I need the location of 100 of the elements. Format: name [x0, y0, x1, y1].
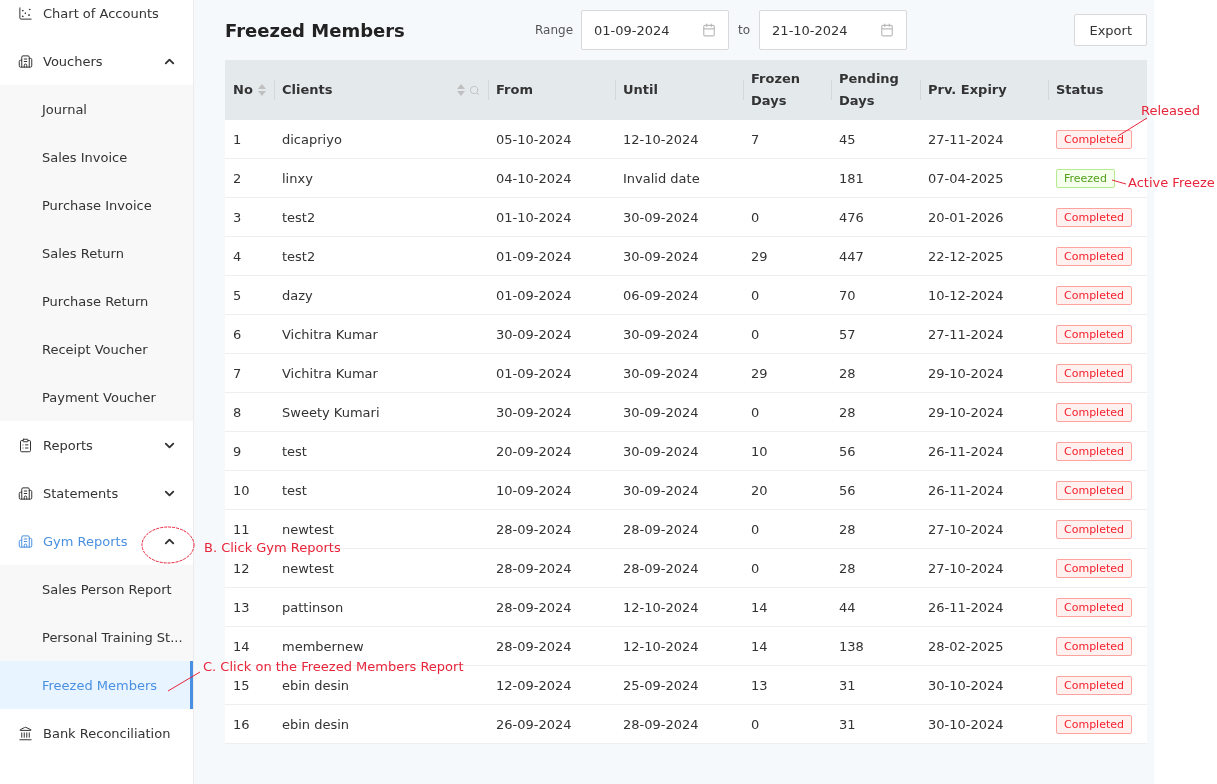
table-cell: 57	[831, 314, 920, 354]
status-tag: Freezed	[1056, 168, 1115, 188]
to-label: to	[738, 23, 751, 37]
table-cell: 10	[225, 470, 274, 510]
sidebar-item[interactable]: Reports	[0, 421, 193, 469]
chart-icon	[18, 5, 33, 21]
status-tag: Completed	[1056, 129, 1132, 149]
table-cell: 30-09-2024	[488, 314, 615, 354]
table-cell: 05-10-2024	[488, 120, 615, 159]
table-cell: 31	[831, 665, 920, 705]
column-header: Pending Days	[831, 60, 920, 120]
table-cell: 28	[831, 509, 920, 549]
building-icon	[18, 485, 33, 501]
table-cell: 27-11-2024	[920, 120, 1048, 159]
table-cell: 30-09-2024	[488, 392, 615, 432]
table-cell: 06-09-2024	[615, 275, 743, 315]
table-cell: 27-11-2024	[920, 314, 1048, 354]
table-cell: 27-10-2024	[920, 548, 1048, 588]
table-cell: 14	[743, 587, 831, 627]
leader-line	[167, 671, 201, 692]
table-cell: 28-09-2024	[615, 704, 743, 744]
page-title: Freezed Members	[225, 19, 406, 41]
table-cell: 0	[743, 509, 831, 549]
table-cell: 12-10-2024	[615, 587, 743, 627]
table-cell: 27-10-2024	[920, 509, 1048, 549]
table-cell: 30-09-2024	[615, 431, 743, 471]
table-cell: 7	[743, 120, 831, 159]
leader-line	[1117, 117, 1148, 137]
table-cell: 30-10-2024	[920, 704, 1048, 744]
table-cell: 4	[225, 236, 274, 276]
table-cell: 01-09-2024	[488, 236, 615, 276]
table-cell: 30-09-2024	[615, 314, 743, 354]
table-cell: 0	[743, 314, 831, 354]
table-cell: 56	[831, 470, 920, 510]
table-cell: 28-02-2025	[920, 626, 1048, 666]
submenu-item[interactable]: Payment Voucher	[0, 373, 193, 421]
column-header: Until	[615, 60, 743, 120]
table-cell: 3	[225, 197, 274, 237]
table-cell: 04-10-2024	[488, 158, 615, 198]
table-cell: 181	[831, 158, 920, 198]
table-cell: 70	[831, 275, 920, 315]
status-tag: Completed	[1056, 597, 1132, 617]
table-cell: 138	[831, 626, 920, 666]
status-tag: Completed	[1056, 558, 1132, 578]
table-cell: Vichitra Kumar	[274, 353, 488, 393]
table-cell: 29	[743, 353, 831, 393]
table-cell: 0	[743, 392, 831, 432]
table-cell: 6	[225, 314, 274, 354]
export-button[interactable]: Export	[1074, 14, 1147, 46]
submenu-item[interactable]: Journal	[0, 85, 193, 133]
sidebar-item[interactable]: Statements	[0, 469, 193, 517]
table-cell: 2	[225, 158, 274, 198]
table-cell: 28	[831, 548, 920, 588]
table-cell: dazy	[274, 275, 488, 315]
annotation-label: Released	[1141, 103, 1201, 118]
submenu-item[interactable]: Purchase Invoice	[0, 181, 193, 229]
submenu-item[interactable]: Sales Return	[0, 229, 193, 277]
table-cell: 28-09-2024	[488, 509, 615, 549]
status-tag: Completed	[1056, 519, 1132, 539]
status-tag: Completed	[1056, 402, 1132, 422]
table-cell: 28-09-2024	[488, 626, 615, 666]
clipboard-icon	[18, 437, 33, 453]
sidebar-item[interactable]: Vouchers	[0, 37, 193, 85]
date-field[interactable]: 01-09-2024	[581, 10, 730, 50]
submenu-item[interactable]: Purchase Return	[0, 277, 193, 325]
table-cell: 01-09-2024	[488, 275, 615, 315]
submenu-item[interactable]: Sales Person Report	[0, 565, 193, 613]
leader-line	[1111, 179, 1127, 185]
submenu-item[interactable]: Personal Training St...	[0, 613, 193, 661]
table-cell: 30-09-2024	[615, 197, 743, 237]
table-cell: Invalid date	[615, 158, 743, 198]
calendar-icon	[702, 23, 717, 37]
table-cell: 0	[743, 704, 831, 744]
submenu-item[interactable]: Receipt Voucher	[0, 325, 193, 373]
table-cell: 22-12-2025	[920, 236, 1048, 276]
sidebar-item[interactable]: Chart of Accounts	[0, 0, 193, 37]
table-cell: 14	[743, 626, 831, 666]
table-cell: 13	[743, 665, 831, 705]
building-icon	[18, 533, 33, 549]
sidebar-item[interactable]: Bank Reconciliation	[0, 709, 193, 757]
building-icon	[18, 53, 33, 69]
table-cell: 447	[831, 236, 920, 276]
table-cell: 30-09-2024	[615, 236, 743, 276]
annotation-label: B. Click Gym Reports	[204, 540, 341, 555]
table-cell: pattinson	[274, 587, 488, 627]
table-cell: 20-01-2026	[920, 197, 1048, 237]
status-tag: Completed	[1056, 480, 1132, 500]
table-cell: 10-12-2024	[920, 275, 1048, 315]
table-cell: 12-09-2024	[488, 665, 615, 705]
submenu-item[interactable]: Sales Invoice	[0, 133, 193, 181]
status-tag: Completed	[1056, 324, 1132, 344]
status-tag: Completed	[1056, 363, 1132, 383]
column-header[interactable]: No	[225, 60, 274, 120]
column-header: Prv. Expiry	[920, 60, 1048, 120]
table-cell: 1	[225, 120, 274, 159]
table-cell: 7	[225, 353, 274, 393]
table-cell: 20-09-2024	[488, 431, 615, 471]
date-field[interactable]: 21-10-2024	[759, 10, 908, 50]
table-cell: 30-09-2024	[615, 470, 743, 510]
table-cell: 26-11-2024	[920, 431, 1048, 471]
